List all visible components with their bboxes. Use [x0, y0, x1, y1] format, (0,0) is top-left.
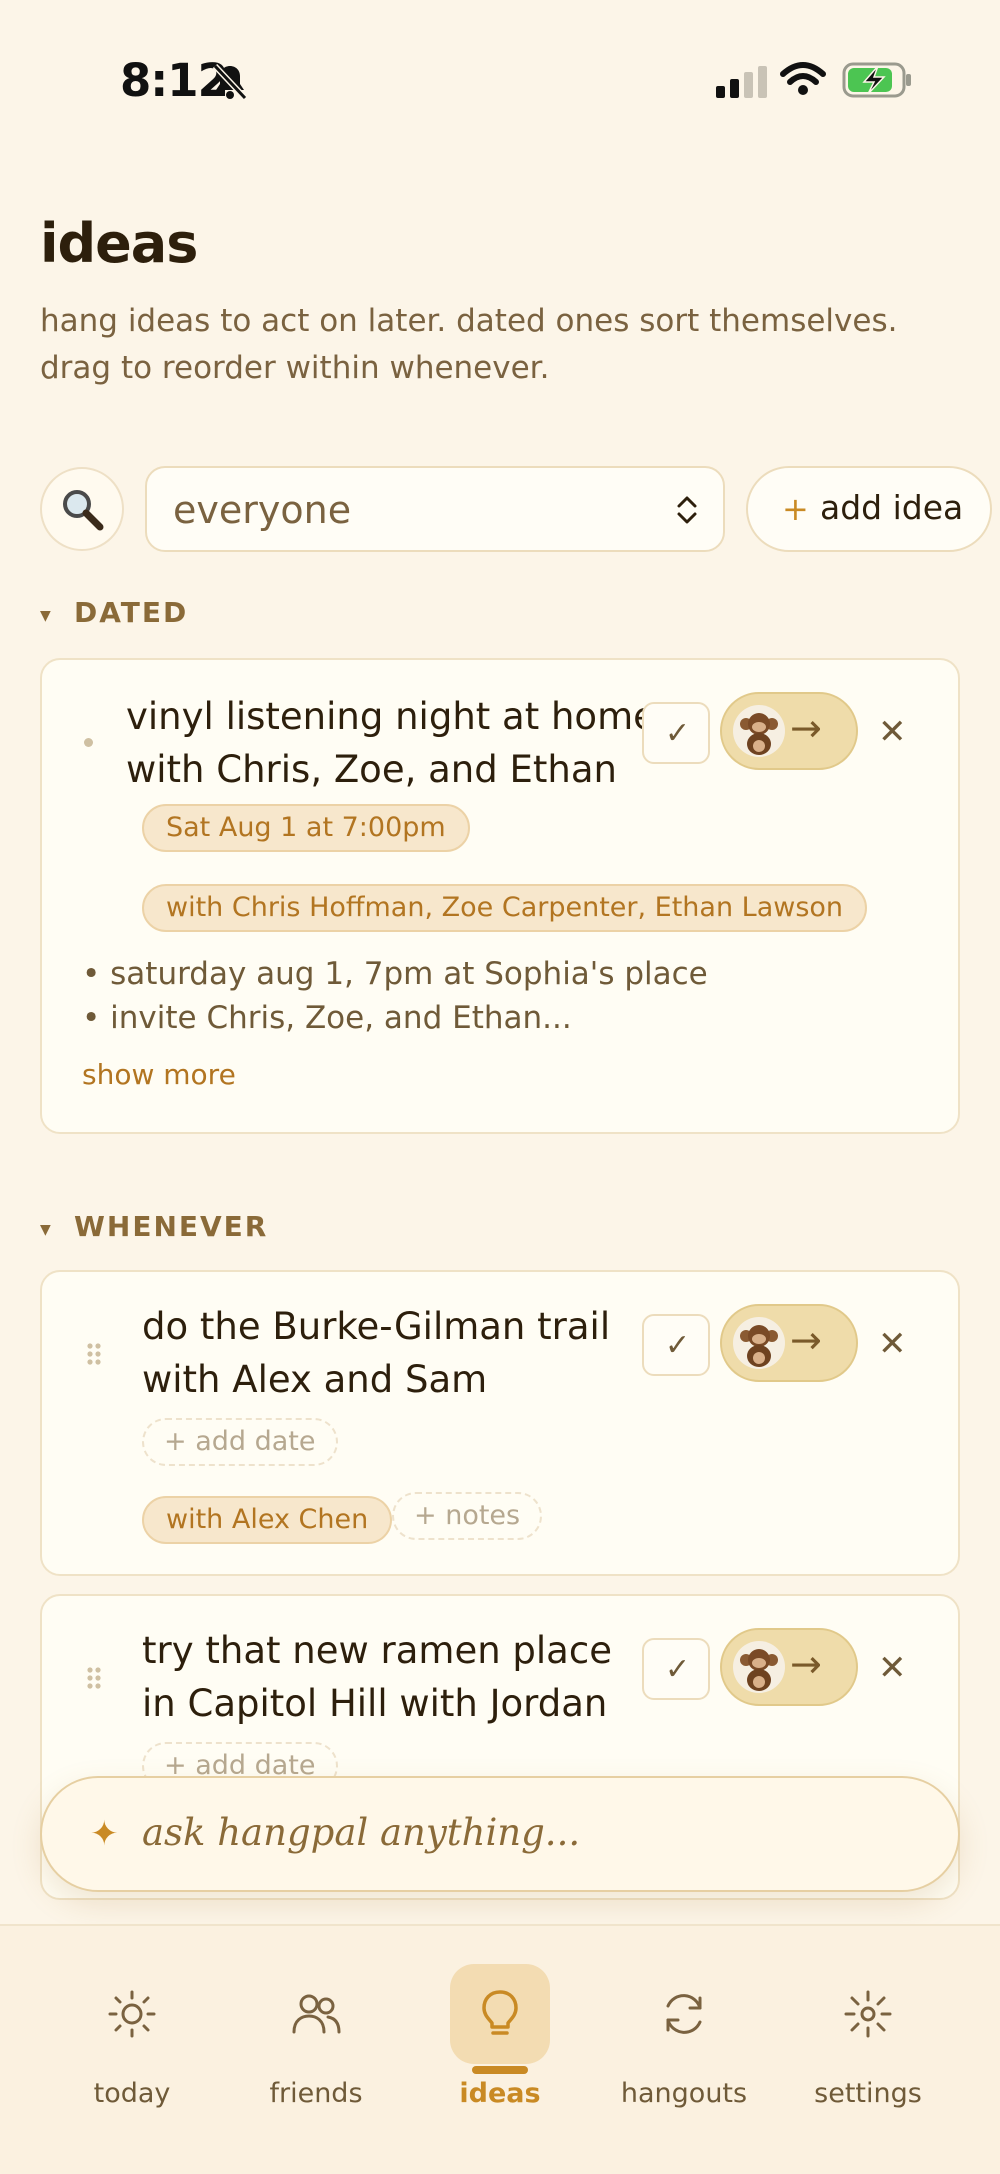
complete-button[interactable]: ✓	[642, 1314, 710, 1376]
monkey-avatar-icon	[733, 1317, 785, 1369]
sun-icon	[108, 1990, 156, 2038]
bell-muted-icon	[212, 63, 248, 101]
tab-friends[interactable]: friends	[236, 1942, 396, 2142]
people-pill[interactable]: with Chris Hoffman, Zoe Carpenter, Ethan…	[142, 884, 868, 932]
lightbulb-icon	[482, 1990, 518, 2035]
tab-ideas[interactable]: ideas	[420, 1942, 580, 2142]
arrow-right-icon: →	[790, 706, 822, 750]
add-date-button[interactable]: + add date	[142, 1418, 338, 1466]
date-pill[interactable]: Sat Aug 1 at 7:00pm	[142, 804, 470, 852]
page-subtitle: hang ideas to act on later. dated ones s…	[40, 303, 898, 386]
check-icon: ✓	[665, 716, 691, 751]
arrow-right-icon: →	[790, 1642, 822, 1686]
signal-icon	[716, 66, 767, 98]
gear-icon	[844, 1990, 892, 2038]
send-to-hangout-button[interactable]: →	[720, 1628, 858, 1706]
check-icon: ✓	[665, 1328, 691, 1363]
sparkle-icon: ✦	[90, 1814, 119, 1854]
status-bar: 8:12	[0, 0, 1000, 160]
add-idea-button[interactable]: + add idea	[746, 466, 992, 552]
show-more-link[interactable]: show more	[82, 1058, 236, 1091]
tab-today[interactable]: today	[52, 1942, 212, 2142]
tab-label: hangouts	[620, 2078, 748, 2109]
tab-label: friends	[269, 2078, 363, 2109]
magnifier-icon	[63, 490, 104, 531]
idea-card[interactable]: vinyl listening night at home with Chris…	[40, 658, 960, 1134]
active-tab-indicator	[472, 2066, 528, 2074]
people-icon	[292, 1994, 341, 2034]
caret-down-icon: ▼	[40, 1222, 51, 1238]
wifi-icon	[780, 62, 826, 95]
close-icon[interactable]: ✕	[878, 1648, 907, 1688]
tab-settings[interactable]: settings	[788, 1942, 948, 2142]
check-icon: ✓	[665, 1652, 691, 1687]
tab-label: ideas	[459, 2078, 541, 2109]
plus-icon: +	[782, 490, 809, 528]
page-title: ideas	[40, 212, 198, 275]
add-idea-label: add idea	[820, 488, 964, 527]
filter-value: everyone	[173, 488, 352, 532]
tab-hangouts[interactable]: hangouts	[604, 1942, 764, 2142]
tab-label: today	[93, 2078, 171, 2109]
refresh-icon	[666, 1994, 702, 2034]
drag-handle-icon[interactable]	[86, 1666, 102, 1690]
idea-card[interactable]: do the Burke-Gilman trail with Alex and …	[40, 1270, 960, 1576]
note-line: • invite Chris, Zoe, and Ethan...	[82, 1000, 572, 1036]
tab-label: settings	[814, 2078, 922, 2109]
drag-handle-icon[interactable]	[86, 1342, 102, 1366]
section-label: WHENEVER	[74, 1210, 269, 1243]
idea-title[interactable]: vinyl listening night at home with Chris…	[126, 690, 656, 796]
monkey-avatar-icon	[733, 705, 785, 757]
send-to-hangout-button[interactable]: →	[720, 692, 858, 770]
add-notes-button[interactable]: + notes	[392, 1492, 543, 1540]
send-to-hangout-button[interactable]: →	[720, 1304, 858, 1382]
section-label: DATED	[74, 596, 189, 629]
ask-placeholder: ask hangpal anything...	[142, 1811, 581, 1854]
people-pill[interactable]: with Alex Chen	[142, 1496, 393, 1544]
complete-button[interactable]: ✓	[642, 702, 710, 764]
bullet-icon	[84, 738, 93, 747]
bottom-tab-bar: today friends ideas hangouts settings	[0, 1924, 1000, 2174]
monkey-avatar-icon	[733, 1641, 785, 1693]
search-button[interactable]	[40, 467, 124, 551]
close-icon[interactable]: ✕	[878, 1324, 907, 1364]
idea-title[interactable]: do the Burke-Gilman trail with Alex and …	[142, 1300, 610, 1406]
battery-charging-icon	[842, 62, 911, 98]
idea-title[interactable]: try that new ramen place in Capitol Hill…	[142, 1624, 612, 1730]
note-line: • saturday aug 1, 7pm at Sophia's place	[82, 956, 708, 992]
ask-hangpal-input[interactable]: ✦ ask hangpal anything...	[40, 1776, 960, 1892]
people-filter-select[interactable]: everyone	[145, 466, 725, 552]
arrow-right-icon: →	[790, 1318, 822, 1362]
complete-button[interactable]: ✓	[642, 1638, 710, 1700]
caret-down-icon: ▼	[40, 608, 51, 624]
close-icon[interactable]: ✕	[878, 712, 907, 752]
select-chevrons-icon	[677, 496, 697, 524]
